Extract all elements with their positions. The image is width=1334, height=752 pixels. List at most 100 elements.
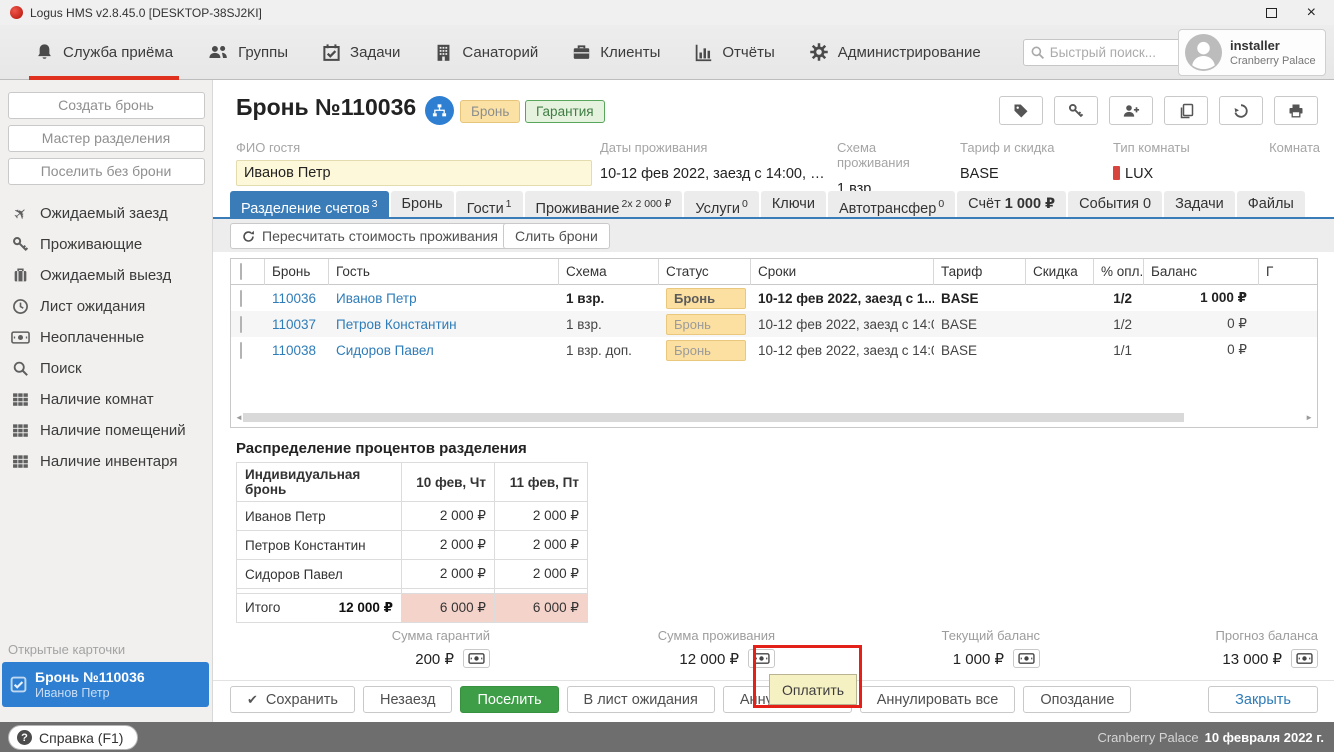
nav-tab-reception[interactable]: Служба приёма: [35, 25, 173, 80]
nav-tab-label: Отчёты: [722, 44, 774, 61]
sidebar-item-expected-departure[interactable]: Ожидаемый выезд: [0, 260, 212, 291]
tab-guests[interactable]: Гости1: [456, 191, 523, 217]
tags-button[interactable]: [999, 96, 1043, 125]
sidebar-item-inventory-availability[interactable]: Наличие инвентаря: [0, 446, 212, 477]
sidebar-item-label: Наличие помещений: [40, 422, 186, 439]
pay-balance-button[interactable]: [1013, 649, 1040, 668]
scroll-left-icon[interactable]: ◄: [235, 413, 243, 422]
search-icon: [11, 360, 30, 377]
sidebar-item-room-availability[interactable]: Наличие комнат: [0, 384, 212, 415]
save-button[interactable]: ✔Сохранить: [230, 686, 355, 713]
tab-stay[interactable]: Проживание2x 2 000 ₽: [525, 191, 683, 217]
nav-tab-reports[interactable]: Отчёты: [694, 25, 774, 80]
tab-tasks[interactable]: Задачи: [1164, 191, 1235, 217]
cancel-all-button[interactable]: Аннулировать все: [860, 686, 1016, 713]
col-header: Индивидуальная бронь: [237, 463, 402, 502]
close-button[interactable]: Закрыть: [1208, 686, 1318, 713]
nav-tab-label: Группы: [238, 44, 288, 61]
sidebar-item-label: Ожидаемый заезд: [40, 205, 168, 222]
key-icon: [1068, 103, 1084, 119]
split-wizard-button[interactable]: Мастер разделения: [8, 125, 205, 152]
col-header: 10 фев, Чт: [402, 463, 495, 502]
guest-name-input[interactable]: [236, 160, 592, 186]
sidebar-item-expected-arrival[interactable]: ✈ Ожидаемый заезд: [0, 198, 212, 229]
field-stay-scheme: Схема проживания 1 взр.: [837, 140, 952, 197]
nav-tab-sanatorium[interactable]: Санаторий: [434, 25, 538, 80]
tab-services[interactable]: Услуги0: [684, 191, 758, 217]
history-button[interactable]: [1219, 96, 1263, 125]
summary-current-balance: Текущий баланс 1 000 ₽: [775, 628, 1040, 669]
row-checkbox[interactable]: [240, 316, 242, 333]
sidebar-item-label: Неоплаченные: [40, 329, 144, 346]
tab-keys[interactable]: Ключи: [761, 191, 826, 217]
field-value: 10-12 фев 2022, заезд с 14:00, выез...: [600, 160, 828, 182]
guest-link[interactable]: Сидоров Павел: [329, 343, 559, 358]
user-chip[interactable]: installer Cranberry Palace: [1178, 29, 1326, 76]
summary-stay-amount: Сумма проживания 12 000 ₽: [490, 628, 775, 669]
nav-tab-administration[interactable]: Администрирование: [809, 25, 981, 80]
distribution-row: Иванов Петр 2 000 ₽ 2 000 ₽: [237, 502, 588, 531]
tab-events[interactable]: События0: [1068, 191, 1162, 217]
window-title: Logus HMS v2.8.45.0 [DESKTOP-38SJ2KI]: [30, 6, 262, 20]
nav-tab-tasks[interactable]: Задачи: [322, 25, 400, 80]
sidebar-item-space-availability[interactable]: Наличие помещений: [0, 415, 212, 446]
horizontal-scrollbar[interactable]: ◄ ►: [233, 412, 1315, 423]
nav-tab-groups[interactable]: Группы: [207, 25, 288, 80]
distribution-row: Сидоров Павел 2 000 ₽ 2 000 ₽: [237, 560, 588, 589]
table-row[interactable]: 110037 Петров Константин 1 взр. Бронь 10…: [231, 311, 1317, 337]
briefcase-icon: [572, 43, 591, 62]
select-all-checkbox[interactable]: [240, 263, 242, 280]
sidebar-item-label: Поиск: [40, 360, 82, 377]
tab-files[interactable]: Файлы: [1237, 191, 1305, 217]
booking-id-link[interactable]: 110036: [265, 291, 329, 306]
row-checkbox[interactable]: [240, 342, 242, 359]
guest-link[interactable]: Иванов Петр: [329, 291, 559, 306]
open-card-subtitle: Иванов Петр: [35, 686, 145, 701]
help-button[interactable]: ? Справка (F1): [8, 725, 138, 750]
merge-bookings-button[interactable]: Слить брони: [503, 223, 610, 249]
pay-stay-button[interactable]: [748, 649, 775, 668]
guest-link[interactable]: Петров Константин: [329, 317, 559, 332]
copy-button[interactable]: [1164, 96, 1208, 125]
copy-icon: [1178, 103, 1194, 119]
sidebar-item-waiting-list[interactable]: Лист ожидания: [0, 291, 212, 322]
distribution-header: Индивидуальная бронь 10 фев, Чт 11 фев, …: [237, 463, 588, 502]
print-button[interactable]: [1274, 96, 1318, 125]
to-waiting-list-button[interactable]: В лист ожидания: [567, 686, 715, 713]
check-in-button[interactable]: Поселить: [460, 686, 558, 713]
maximize-icon[interactable]: [1266, 8, 1277, 18]
booking-id-link[interactable]: 110038: [265, 343, 329, 358]
booking-id-link[interactable]: 110037: [265, 317, 329, 332]
open-card-booking[interactable]: Бронь №110036 Иванов Петр: [2, 662, 209, 707]
pay-guarantee-button[interactable]: [463, 649, 490, 668]
sidebar-item-search[interactable]: Поиск: [0, 353, 212, 384]
table-row[interactable]: 110036 Иванов Петр 1 взр. Бронь 10-12 фе…: [231, 285, 1317, 311]
tab-bill-split[interactable]: Разделение счетов3: [230, 191, 389, 217]
refresh-icon: [242, 230, 255, 243]
nav-tab-clients[interactable]: Клиенты: [572, 25, 660, 80]
tab-transfer[interactable]: Автотрансфер0: [828, 191, 955, 217]
tab-booking[interactable]: Бронь: [391, 191, 454, 217]
keys-button[interactable]: [1054, 96, 1098, 125]
row-checkbox[interactable]: [240, 290, 242, 307]
status-date: 10 февраля 2022 г.: [1205, 730, 1324, 745]
sidebar-item-unpaid[interactable]: Неоплаченные: [0, 322, 212, 353]
group-link-icon[interactable]: [425, 96, 454, 125]
quick-search-input[interactable]: [1023, 39, 1201, 66]
recalculate-cost-button[interactable]: Пересчитать стоимость проживания: [230, 223, 510, 249]
tab-badge: 2x 2 000 ₽: [621, 198, 671, 210]
no-show-button[interactable]: Незаезд: [363, 686, 452, 713]
checkin-without-booking-button[interactable]: Поселить без брони: [8, 158, 205, 185]
tab-account[interactable]: Счёт1 000 ₽: [957, 191, 1066, 217]
late-button[interactable]: Опоздание: [1023, 686, 1131, 713]
create-booking-button[interactable]: Создать бронь: [8, 92, 205, 119]
table-row[interactable]: 110038 Сидоров Павел 1 взр. доп. Бронь 1…: [231, 337, 1317, 363]
scrollbar-thumb[interactable]: [243, 413, 1184, 422]
close-icon[interactable]: ×: [1307, 8, 1316, 18]
status-badge-guarantee: Гарантия: [525, 100, 605, 123]
pay-forecast-button[interactable]: [1291, 649, 1318, 668]
sidebar-item-residents[interactable]: Проживающие: [0, 229, 212, 260]
banknote-icon: [753, 653, 770, 664]
add-guest-button[interactable]: [1109, 96, 1153, 125]
scroll-right-icon[interactable]: ►: [1305, 413, 1313, 422]
